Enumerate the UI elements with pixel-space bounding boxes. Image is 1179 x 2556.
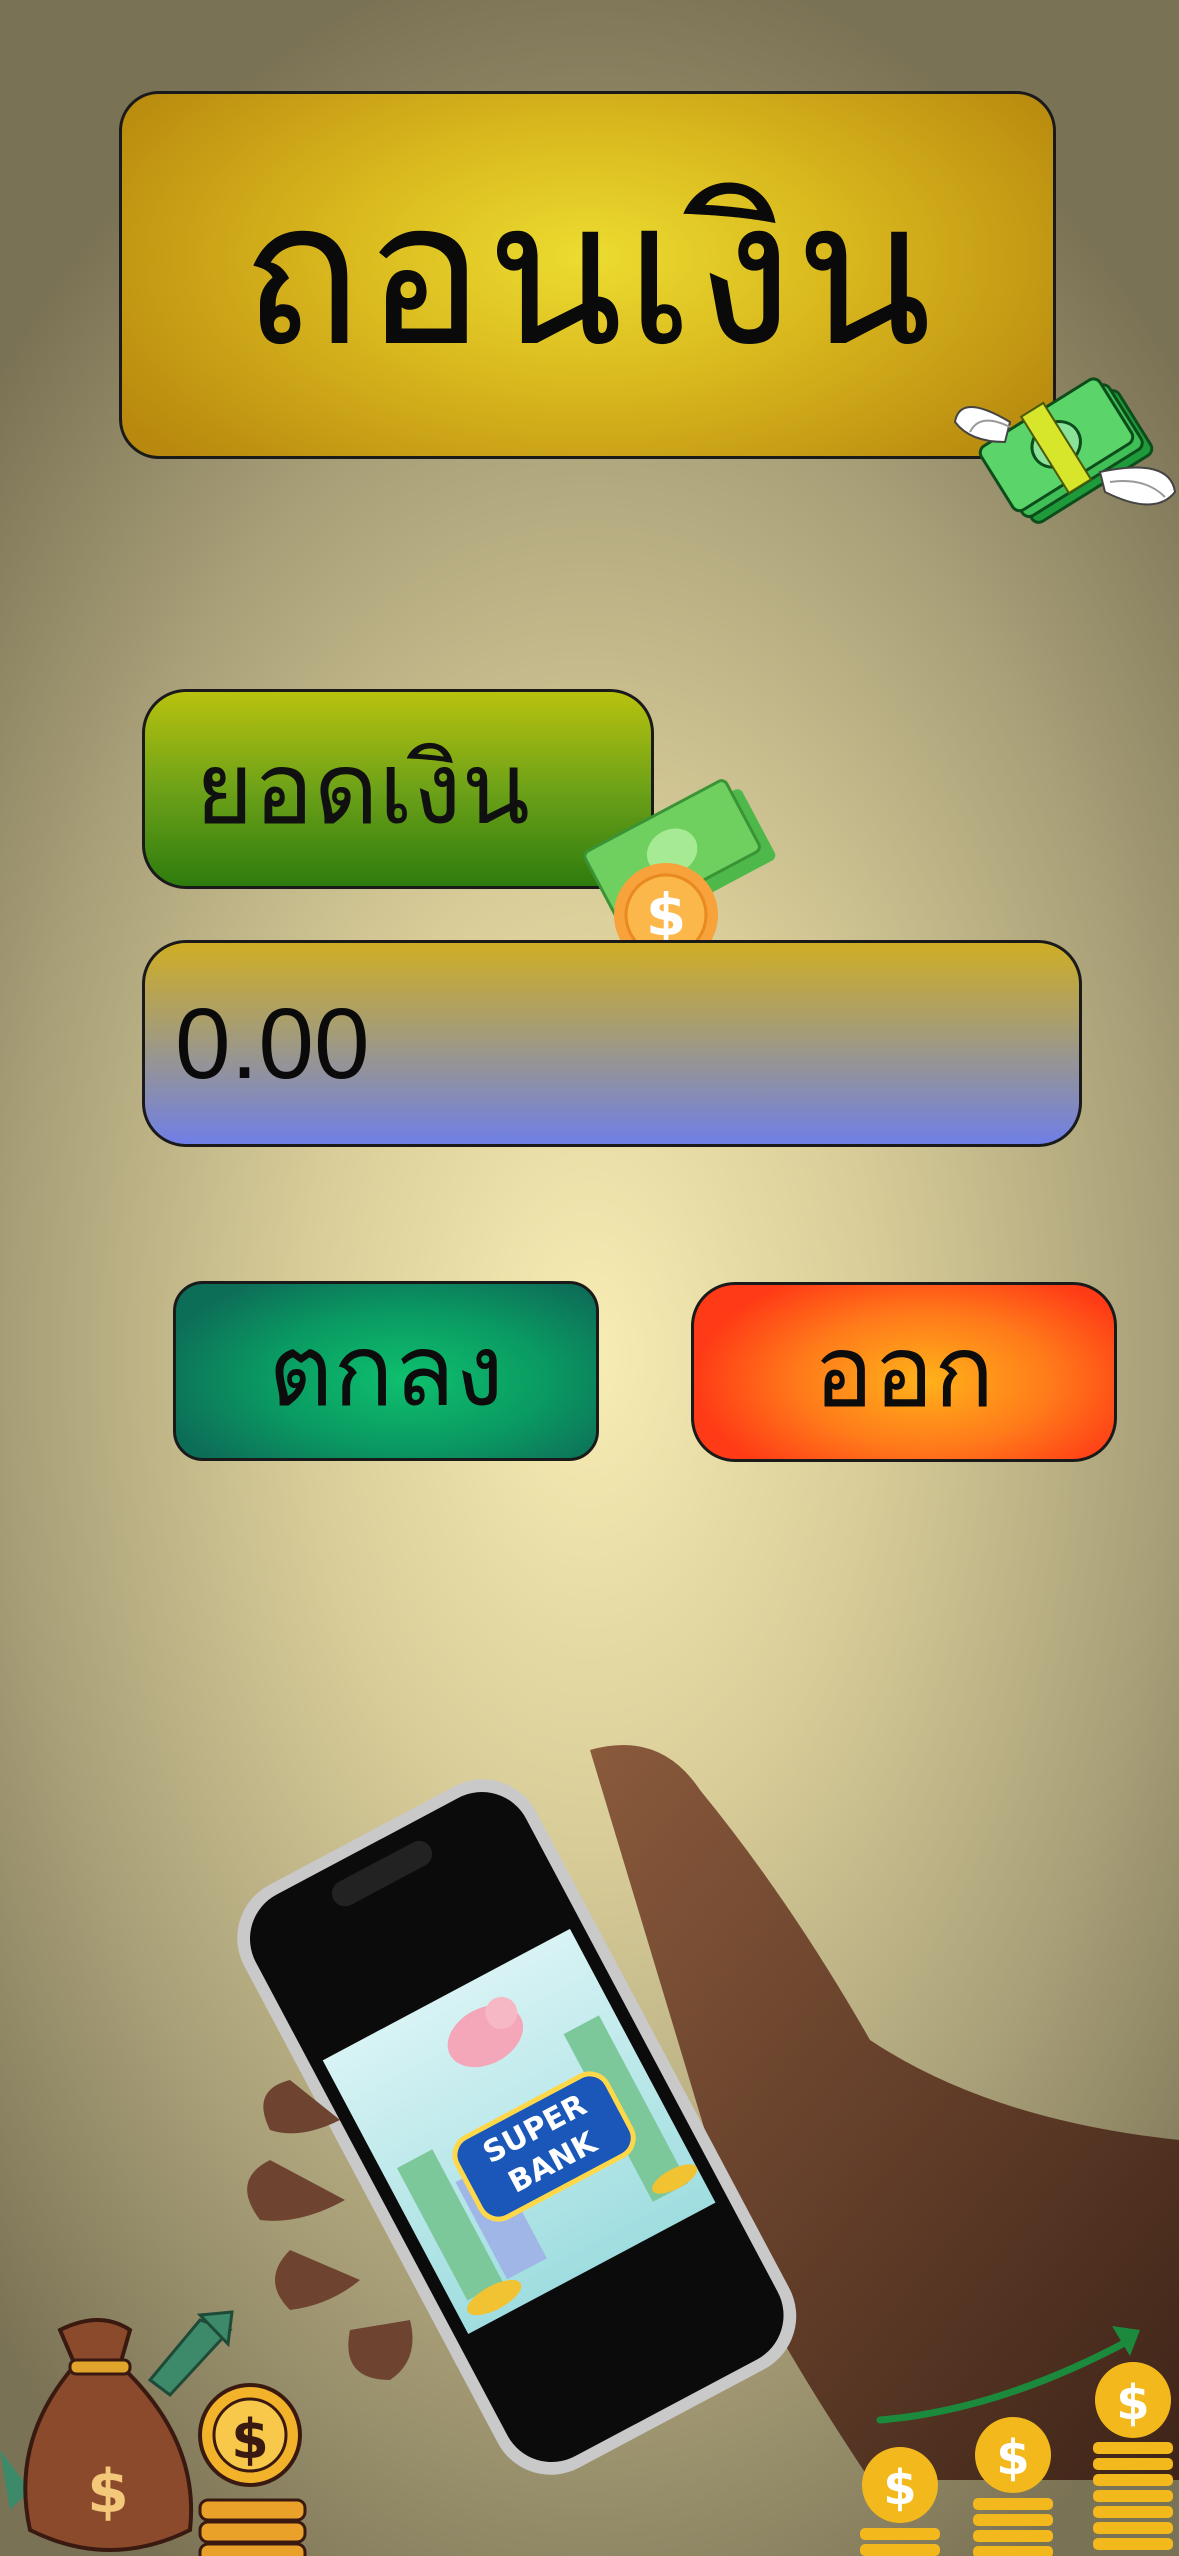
amount-value: 0.00 [175,987,370,1100]
page-title: ถอนเงิน [241,158,934,391]
svg-text:$: $ [646,881,686,949]
winged-money-icon [953,377,1177,524]
coin-growth-icon: $ $ $ [860,2326,1173,2556]
svg-text:$: $ [996,2430,1029,2486]
confirm-button-label: ตกลง [268,1312,504,1429]
svg-text:$: $ [883,2460,916,2516]
exit-button[interactable]: ออก [691,1282,1117,1462]
page-title-banner: ถอนเงิน [119,91,1056,459]
amount-field[interactable]: 0.00 [142,940,1082,1147]
confirm-button[interactable]: ตกลง [173,1281,599,1461]
svg-text:$: $ [1116,2375,1149,2431]
amount-label: ยอดเงิน [195,730,530,847]
svg-text:$: $ [87,2457,129,2527]
svg-text:$: $ [231,2408,269,2471]
money-bag-icon: $ $ [0,2310,307,2556]
exit-button-label: ออก [813,1313,995,1430]
